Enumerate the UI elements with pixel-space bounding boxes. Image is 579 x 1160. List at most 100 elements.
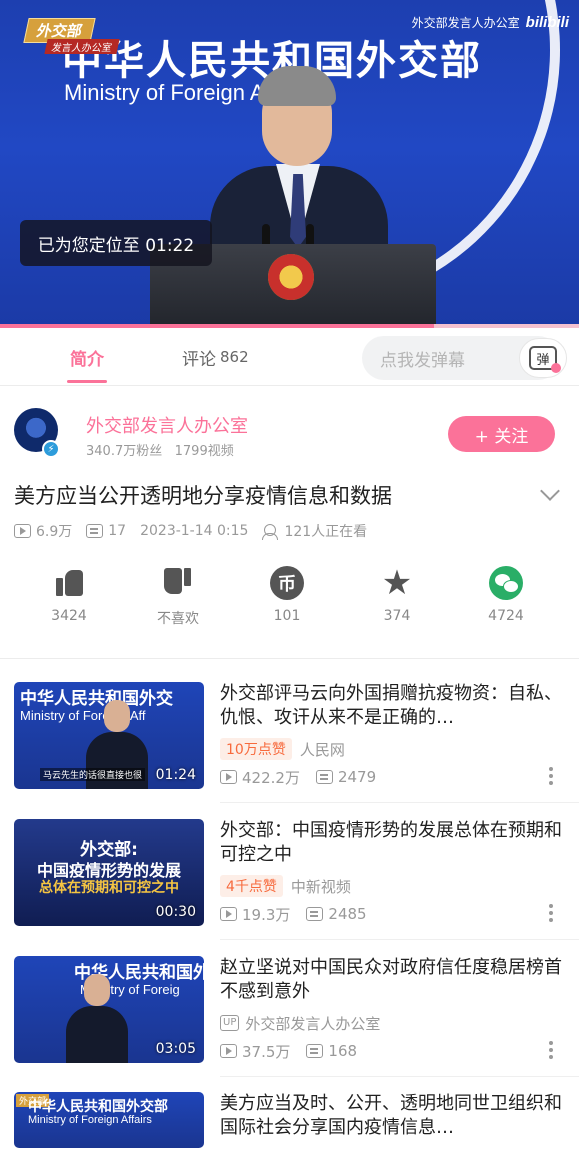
- related-views: 37.5万: [242, 1042, 291, 1061]
- publish-date: 2023-1-14 0:15: [140, 523, 249, 539]
- tab-comments-label: 评论: [182, 349, 216, 370]
- list-item[interactable]: 外交部 中华人民共和国外交部 Ministry of Foreign Affai…: [0, 1092, 579, 1152]
- chevron-down-icon[interactable]: [540, 481, 560, 501]
- danmaku-count-icon: [315, 770, 333, 784]
- more-options-icon[interactable]: [549, 1041, 553, 1059]
- related-tags: UP 外交部发言人办公室: [220, 1012, 380, 1034]
- coin-button[interactable]: 币 101: [232, 566, 342, 624]
- play-count-icon: [14, 524, 31, 538]
- video-thumbnail[interactable]: 中华人民共和国外 Ministry of Foreig 03:05: [14, 956, 204, 1063]
- duration: 00:30: [155, 904, 196, 920]
- tab-comments[interactable]: 评论 862: [182, 328, 249, 386]
- tab-bar: 简介 评论 862 点我发弹幕 弹: [0, 328, 579, 386]
- danmaku-placeholder: 点我发弹幕: [380, 350, 465, 371]
- video-thumbnail[interactable]: 外交部 中华人民共和国外交部 Ministry of Foreign Affai…: [14, 1092, 204, 1148]
- star-icon: ★: [381, 563, 413, 603]
- related-title[interactable]: 外交部评马云向外国捐赠抗疫物资：自私、仇恨、攻讦从来不是正确的…: [220, 682, 562, 730]
- uploader-row: ⚡ 外交部发言人办公室 340.7万粉丝 1799视频 + 关注: [0, 388, 579, 466]
- thumbs-down-icon: [161, 566, 195, 600]
- more-options-icon[interactable]: [549, 767, 553, 785]
- duration: 03:05: [155, 1041, 196, 1057]
- list-item[interactable]: 外交部: 中国疫情形势的发展 总体在预期和可控之中 00:30 外交部：中国疫情…: [0, 819, 579, 955]
- speaker-figure: [210, 66, 390, 276]
- coin-count: 101: [273, 608, 301, 624]
- list-item[interactable]: 中华人民共和国外 Ministry of Foreig 03:05 赵立坚说对中…: [0, 956, 579, 1092]
- related-danmaku: 2479: [337, 768, 377, 786]
- video-thumbnail[interactable]: 外交部: 中国疫情形势的发展 总体在预期和可控之中 00:30: [14, 819, 204, 926]
- danmaku-count-icon: [86, 524, 104, 538]
- favorite-button[interactable]: ★ 374: [342, 566, 452, 624]
- related-title[interactable]: 外交部：中国疫情形势的发展总体在预期和可控之中: [220, 819, 562, 867]
- wechat-icon: [489, 566, 523, 600]
- related-views: 19.3万: [242, 905, 291, 924]
- thumbnail-text: 中华人民共和国外交部: [28, 1099, 168, 1115]
- video-player[interactable]: 中华人民共和国外交部 Ministry of Foreign Affairs 外…: [0, 0, 579, 328]
- dislike-label: 不喜欢: [157, 611, 199, 627]
- danmaku-icon-glyph: 弹: [536, 352, 550, 368]
- resume-position-toast: 已为您定位至 01:22: [20, 220, 212, 266]
- thumbnail-subtitle: 马云先生的话很直接也很: [40, 768, 146, 781]
- related-tags: 4千点赞 中新视频: [220, 875, 351, 897]
- play-count-icon: [220, 770, 237, 784]
- video-watermark: 外交部发言人办公室 bilibili: [412, 14, 569, 31]
- uploader-fans: 340.7万粉丝: [86, 444, 163, 459]
- verified-icon: ⚡: [42, 440, 60, 458]
- related-tags: 10万点赞 人民网: [220, 738, 345, 760]
- related-source: 中新视频: [290, 877, 351, 896]
- up-badge-icon: UP: [220, 1015, 240, 1031]
- item-divider: [220, 939, 579, 940]
- related-title[interactable]: 美方应当及时、公开、透明地同世卫组织和国际社会分享国内疫情信息…: [220, 1092, 562, 1140]
- channel-badge: 外交部 发言人办公室: [23, 18, 120, 54]
- comments-count: 862: [220, 348, 249, 366]
- like-button[interactable]: 3424: [14, 566, 124, 624]
- play-count-icon: [220, 907, 237, 921]
- video-title: 美方应当公开透明地分享疫情信息和数据: [14, 484, 392, 508]
- danmaku-count-icon: [306, 907, 324, 921]
- tab-intro-label: 简介: [70, 349, 104, 370]
- video-meta: 6.9万 17 2023-1-14 0:15 121人正在看: [14, 520, 381, 542]
- list-item[interactable]: 中华人民共和国外交 Ministry of Foreign Aff 马云先生的话…: [0, 682, 579, 818]
- uploader-stats: 340.7万粉丝 1799视频: [86, 440, 234, 459]
- play-count-icon: [220, 1044, 237, 1058]
- danmaku-toggle-button[interactable]: 弹: [519, 338, 567, 378]
- danmaku-count-icon: [306, 1044, 324, 1058]
- related-source: 人民网: [299, 740, 345, 759]
- hot-badge: 10万点赞: [220, 738, 292, 760]
- viewers-icon: [262, 524, 280, 540]
- national-emblem-icon: [268, 254, 314, 300]
- section-divider: [0, 658, 579, 659]
- coin-icon: 币: [270, 566, 304, 600]
- related-stats: 19.3万 2485: [220, 903, 383, 925]
- uploader-videos: 1799视频: [174, 444, 234, 459]
- uploader-name[interactable]: 外交部发言人办公室: [86, 412, 248, 438]
- share-count: 4724: [488, 608, 524, 624]
- related-stats: 37.5万 168: [220, 1040, 373, 1062]
- favorite-count: 374: [383, 608, 411, 624]
- related-danmaku: 168: [328, 1042, 358, 1060]
- dislike-button[interactable]: 不喜欢: [123, 566, 233, 628]
- danmaku-count: 17: [108, 523, 127, 539]
- item-divider: [220, 1076, 579, 1077]
- duration: 01:24: [155, 767, 196, 783]
- tab-intro[interactable]: 简介: [67, 328, 107, 386]
- bilibili-logo: bilibili: [525, 14, 569, 31]
- item-divider: [220, 802, 579, 803]
- related-title[interactable]: 赵立坚说对中国民众对政府信任度稳居榜首不感到意外: [220, 956, 562, 1004]
- related-source: 外交部发言人办公室: [245, 1014, 381, 1033]
- hot-badge: 4千点赞: [220, 875, 283, 897]
- watermark-text: 外交部发言人办公室: [411, 16, 520, 30]
- video-thumbnail[interactable]: 中华人民共和国外交 Ministry of Foreign Aff 马云先生的话…: [14, 682, 204, 789]
- channel-badge-sub: 发言人办公室: [44, 39, 120, 54]
- watching-count: 121人正在看: [284, 524, 368, 540]
- thumbnail-text: 总体在预期和可控之中: [39, 880, 179, 896]
- thumbs-up-icon: [52, 566, 86, 600]
- related-views: 422.2万: [242, 768, 300, 787]
- thumbnail-text: Ministry of Foreign Affairs: [28, 1114, 152, 1126]
- follow-button[interactable]: + 关注: [448, 416, 555, 452]
- related-danmaku: 2485: [328, 905, 367, 923]
- more-options-icon[interactable]: [549, 904, 553, 922]
- share-button[interactable]: 4724: [451, 566, 561, 624]
- related-stats: 422.2万 2479: [220, 766, 392, 788]
- view-count: 6.9万: [36, 524, 73, 540]
- like-count: 3424: [51, 608, 87, 624]
